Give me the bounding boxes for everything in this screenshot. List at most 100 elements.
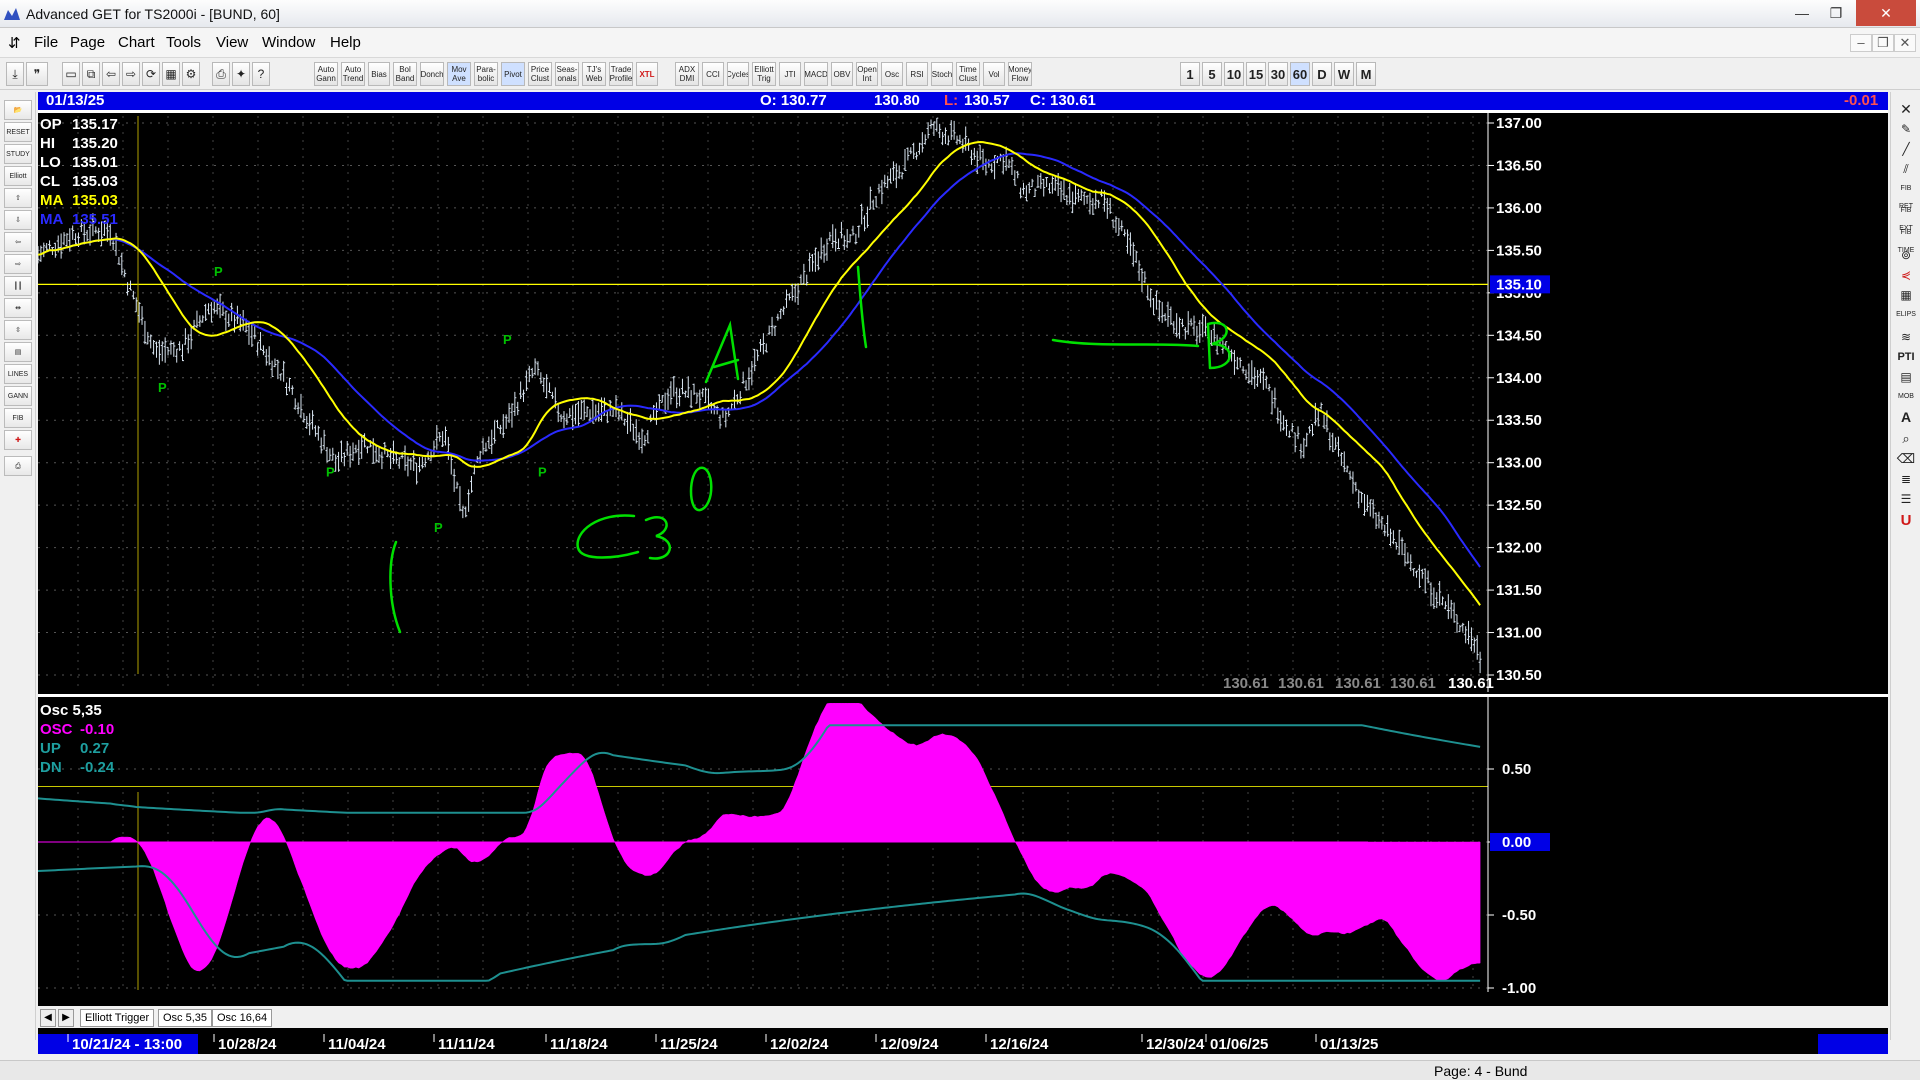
mdi-close-icon[interactable]: ✕ <box>1894 34 1916 52</box>
arrow-down-icon[interactable]: ⇩ <box>4 210 32 230</box>
fib-tool[interactable]: FIB <box>4 408 32 428</box>
menu-view[interactable]: View <box>216 34 248 51</box>
print-tool-icon[interactable]: ⎙ <box>4 456 32 476</box>
study-button-donch[interactable]: Donch <box>420 62 444 86</box>
fib-ret-tool[interactable]: FIB RET <box>1894 180 1918 210</box>
crosshair-icon[interactable]: ✚ <box>4 430 32 450</box>
menu-page[interactable]: Page <box>70 34 105 51</box>
settings-icon[interactable]: ⚙ <box>182 62 200 86</box>
compress-icon[interactable]: ⇳ <box>4 320 32 340</box>
menu-window[interactable]: Window <box>262 34 315 51</box>
mdi-restore-icon[interactable]: ❐ <box>1872 34 1894 52</box>
line-icon[interactable]: ╱ <box>1894 140 1918 158</box>
study-button-auto-trend[interactable]: Auto Trend <box>341 62 365 86</box>
study-button-osc[interactable]: Osc <box>881 62 903 86</box>
study-button-pivot[interactable]: Pivot <box>501 62 525 86</box>
close-x-icon[interactable]: ✕ <box>1894 100 1918 118</box>
arrow-right-icon[interactable]: ⇨ <box>4 254 32 274</box>
fib-time-tool[interactable]: FIB TIME <box>1894 224 1918 254</box>
parallel-lines-icon[interactable]: ⫽ <box>1894 160 1918 178</box>
timeframe-d[interactable]: D <box>1312 62 1332 86</box>
list-icon[interactable]: ☰ <box>1894 490 1918 508</box>
timeframe-10[interactable]: 10 <box>1224 62 1244 86</box>
matrix-icon[interactable]: ▤ <box>1894 368 1918 386</box>
maximize-button[interactable]: ❐ <box>1814 0 1858 26</box>
zoom-icon[interactable]: ⌕ <box>1894 430 1918 448</box>
square-grid-icon[interactable]: ▦ <box>1894 286 1918 304</box>
print-icon[interactable]: ⎙ <box>212 62 230 86</box>
timeframe-30[interactable]: 30 <box>1268 62 1288 86</box>
study-button-time-clust[interactable]: Time Clust <box>956 62 980 86</box>
eraser-icon[interactable]: ⌫ <box>1894 450 1918 468</box>
tab-prev-button[interactable]: ◀ <box>40 1009 56 1027</box>
study-button-adx-dmi[interactable]: ADX DMI <box>675 62 699 86</box>
grid-icon[interactable]: ▦ <box>162 62 180 86</box>
lines-tool[interactable]: LINES <box>4 364 32 384</box>
text-tool-icon[interactable]: A <box>1894 408 1918 426</box>
study-button-price-clust[interactable]: Price Clust <box>528 62 552 86</box>
study-button-para-bolic[interactable]: Para- bolic <box>474 62 498 86</box>
menu-file[interactable]: File <box>34 34 58 51</box>
study-button-stoch[interactable]: Stoch <box>931 62 953 86</box>
timeframe-15[interactable]: 15 <box>1246 62 1266 86</box>
layers-icon[interactable]: ≣ <box>1894 470 1918 488</box>
mdi-minimize-icon[interactable]: – <box>1850 34 1872 52</box>
study-button-macd[interactable]: MACD <box>804 62 828 86</box>
spiral-icon[interactable]: ⊚ <box>1894 246 1918 264</box>
fib-ext-tool[interactable]: FIB EXT <box>1894 202 1918 232</box>
tab-osc-16-64[interactable]: Osc 16,64 <box>212 1009 273 1027</box>
study-button-cci[interactable]: CCI <box>702 62 724 86</box>
pin-tool-icon[interactable]: ⤓ <box>6 62 24 86</box>
study-button-open-int[interactable]: Open Int <box>856 62 878 86</box>
pti-tool[interactable]: PTI <box>1894 348 1918 366</box>
timeframe-m[interactable]: M <box>1356 62 1376 86</box>
study-button-tj-s-web[interactable]: TJ's Web <box>582 62 606 86</box>
mob-tool[interactable]: MOB <box>1894 388 1918 406</box>
menu-help[interactable]: Help <box>330 34 361 51</box>
magnet-icon[interactable]: U <box>1894 512 1918 530</box>
table-icon[interactable]: ▤ <box>4 342 32 362</box>
arrow-up-icon[interactable]: ⇧ <box>4 188 32 208</box>
study-button-obv[interactable]: OBV <box>831 62 853 86</box>
tab-osc-5-35[interactable]: Osc 5,35 <box>158 1009 213 1027</box>
reset-tool[interactable]: RESET <box>4 122 32 142</box>
timeframe-60[interactable]: 60 <box>1290 62 1310 86</box>
study-button-vol[interactable]: Vol <box>983 62 1005 86</box>
gann-tool[interactable]: GANN <box>4 386 32 406</box>
bar-tool-icon[interactable]: ┃┃ <box>4 276 32 296</box>
pin-icon[interactable]: ⇵ <box>8 34 21 52</box>
study-button-elliott-trig[interactable]: Elliott Trig <box>752 62 776 86</box>
pencil-icon[interactable]: ✎ <box>1894 120 1918 138</box>
refresh-icon[interactable]: ⟳ <box>142 62 160 86</box>
ellipse-tool[interactable]: ELIPS <box>1894 306 1918 324</box>
timeframe-5[interactable]: 5 <box>1202 62 1222 86</box>
study-button-mov-ave[interactable]: Mov Ave <box>447 62 471 86</box>
price-chart[interactable]: 137.00136.50136.00135.50135.00134.50134.… <box>38 92 1888 1032</box>
new-page-icon[interactable]: ▭ <box>62 62 80 86</box>
study-button-money-flow[interactable]: Money Flow <box>1008 62 1032 86</box>
bulb-icon[interactable]: ✦ <box>232 62 250 86</box>
close-button[interactable]: ✕ <box>1856 0 1916 26</box>
expand-icon[interactable]: ⇹ <box>4 298 32 318</box>
quote-icon[interactable]: ❞ <box>26 62 48 86</box>
back-icon[interactable]: ⇦ <box>102 62 120 86</box>
fan-icon[interactable]: ⋞ <box>1894 266 1918 284</box>
copy-icon[interactable]: ⧉ <box>82 62 100 86</box>
study-tool[interactable]: STUDY <box>4 144 32 164</box>
chart-window[interactable]: 01/13/25 O: 130.77 130.80 L: 130.57 C: 1… <box>38 92 1888 1054</box>
study-button-trade-profile[interactable]: Trade Profile <box>609 62 633 86</box>
arrow-left-icon[interactable]: ⇦ <box>4 232 32 252</box>
open-folder-icon[interactable]: 📂 <box>4 100 32 120</box>
timeframe-1[interactable]: 1 <box>1180 62 1200 86</box>
menu-tools[interactable]: Tools <box>166 34 201 51</box>
tab-elliott-trigger[interactable]: Elliott Trigger <box>80 1009 155 1027</box>
help-icon[interactable]: ? <box>252 62 270 86</box>
study-button-bol-band[interactable]: Bol Band <box>393 62 417 86</box>
elliott-tool[interactable]: Elliott <box>4 166 32 186</box>
study-button-bias[interactable]: Bias <box>368 62 390 86</box>
tab-next-button[interactable]: ▶ <box>58 1009 74 1027</box>
study-button-auto-gann[interactable]: Auto Gann <box>314 62 338 86</box>
timeframe-w[interactable]: W <box>1334 62 1354 86</box>
study-button-cycles[interactable]: Cycles <box>727 62 749 86</box>
study-button-seas-onals[interactable]: Seas- onals <box>555 62 579 86</box>
